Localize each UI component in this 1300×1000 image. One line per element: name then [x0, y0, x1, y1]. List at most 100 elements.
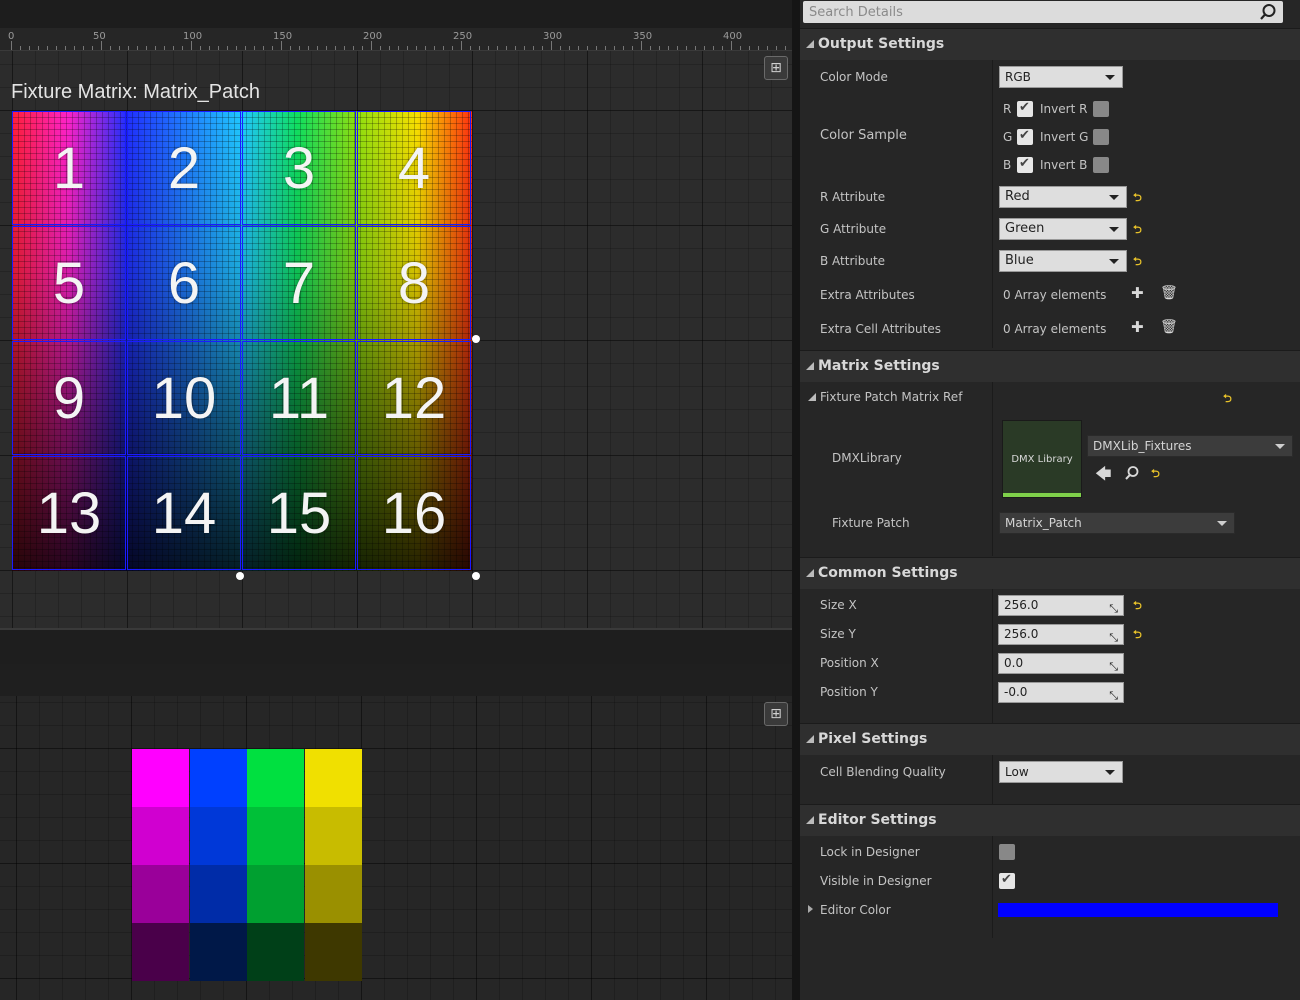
section-matrix-settings[interactable]: Matrix Settings: [800, 350, 1300, 382]
fixture-patch-value: Matrix_Patch: [1005, 516, 1082, 530]
matrix-cell: 10: [127, 341, 241, 455]
spin-arrows-icon[interactable]: ⤡: [1109, 686, 1118, 705]
position-y-label: Position Y: [820, 685, 878, 699]
designer-viewport[interactable]: 0 50 100 150 200 250 300 350 400 ⊞ Fixture Matri…: [0, 0, 792, 628]
ruler-tick: [380, 46, 381, 50]
expand-triangle-icon[interactable]: [808, 393, 816, 401]
add-element-icon[interactable]: ✚: [1131, 284, 1144, 302]
invert-b-label: Invert B: [1040, 158, 1088, 172]
cell-blending-quality-dropdown[interactable]: Low: [999, 761, 1123, 783]
trash-icon[interactable]: 🗑: [1160, 285, 1178, 301]
section-pixel-settings[interactable]: Pixel Settings: [800, 723, 1300, 755]
ruler-tick: [578, 46, 579, 50]
ruler-tick: [776, 46, 777, 50]
ruler-tick: [659, 46, 660, 50]
size-x-field[interactable]: 256.0 ⤡: [998, 595, 1124, 616]
search-input[interactable]: [803, 1, 1259, 23]
ruler-tick: [740, 46, 741, 50]
column-divider[interactable]: [992, 589, 993, 723]
ruler-tick: [488, 46, 489, 50]
r-attribute-value: Red: [1005, 189, 1030, 204]
section-title: Pixel Settings: [818, 731, 928, 747]
column-divider[interactable]: [992, 836, 993, 938]
trash-icon[interactable]: 🗑: [1160, 319, 1178, 335]
ruler-label: 300: [543, 31, 563, 42]
size-y-label: Size Y: [820, 627, 856, 641]
visible-in-designer-checkbox[interactable]: [999, 872, 1015, 889]
ruler-tick: [452, 46, 453, 50]
ruler-tick: [38, 46, 39, 50]
lock-in-designer-checkbox[interactable]: [999, 844, 1015, 860]
use-selected-arrow-icon[interactable]: 🡄: [1095, 463, 1112, 490]
reset-to-default-icon[interactable]: ⮌: [1133, 597, 1142, 616]
g-attribute-dropdown[interactable]: Green: [999, 218, 1127, 240]
dmx-library-label: DMXLibrary: [832, 451, 902, 465]
ruler-tick: [119, 46, 120, 50]
search-icon[interactable]: [1259, 3, 1277, 21]
viewport-splitter[interactable]: [0, 628, 792, 666]
section-common-settings[interactable]: Common Settings: [800, 557, 1300, 589]
spin-arrows-icon[interactable]: ⤡: [1109, 628, 1118, 647]
preview-pixel: [189, 923, 247, 981]
column-divider[interactable]: [992, 60, 993, 348]
matrix-cell: 9: [12, 341, 126, 455]
reset-to-default-icon[interactable]: ⮌: [1151, 465, 1160, 484]
reset-to-default-icon[interactable]: ⮌: [1133, 253, 1142, 272]
zoom-to-fit-button[interactable]: ⊞: [764, 56, 788, 80]
ruler-tick: [587, 46, 588, 50]
position-y-field[interactable]: -0.0 ⤡: [998, 682, 1124, 703]
expand-arrow-icon[interactable]: [808, 905, 813, 913]
dmx-library-thumbnail[interactable]: DMX Library: [1002, 420, 1082, 498]
reset-to-default-icon[interactable]: ⮌: [1223, 390, 1232, 409]
browse-search-icon[interactable]: [1124, 465, 1140, 481]
ruler-tick: [623, 46, 624, 50]
column-divider[interactable]: [992, 755, 993, 804]
ruler-tick: [101, 41, 102, 50]
fixture-matrix-preview[interactable]: 1 2 3 4 5 6 7 8 9 10 11 12 13 14 15 16: [12, 111, 472, 571]
ruler-tick: [767, 46, 768, 50]
panel-divider[interactable]: [792, 0, 800, 1000]
reset-to-default-icon[interactable]: ⮌: [1133, 189, 1142, 208]
reset-to-default-icon[interactable]: ⮌: [1133, 626, 1142, 645]
chevron-down-icon: [1109, 195, 1119, 200]
column-divider[interactable]: [992, 382, 993, 556]
size-y-field[interactable]: 256.0 ⤡: [998, 624, 1124, 645]
spin-arrows-icon[interactable]: ⤡: [1109, 657, 1118, 676]
b-attribute-dropdown[interactable]: Blue: [999, 250, 1127, 272]
preview-zoom-to-fit-button[interactable]: ⊞: [764, 702, 788, 726]
add-element-icon[interactable]: ✚: [1131, 318, 1144, 336]
section-output-settings[interactable]: Output Settings: [800, 28, 1300, 60]
reset-to-default-icon[interactable]: ⮌: [1133, 221, 1142, 240]
editor-color-swatch[interactable]: [998, 903, 1278, 917]
ruler-tick: [443, 46, 444, 50]
g-attribute-label: G Attribute: [820, 222, 887, 236]
ruler-label: 350: [633, 31, 653, 42]
ruler-tick: [56, 46, 57, 50]
invert-b-checkbox[interactable]: [1093, 157, 1109, 173]
channel-b-checkbox[interactable]: [1017, 156, 1033, 173]
ruler-tick: [506, 46, 507, 50]
preview-pixel: [247, 749, 304, 807]
channel-g-checkbox[interactable]: [1017, 128, 1033, 145]
output-preview-viewport[interactable]: ⊞: [0, 664, 792, 1000]
fixture-patch-dropdown[interactable]: Matrix_Patch: [999, 512, 1235, 534]
ruler-tick: [524, 46, 525, 50]
spin-arrows-icon[interactable]: ⤡: [1109, 599, 1118, 618]
color-mode-dropdown[interactable]: RGB: [999, 66, 1123, 88]
dmx-library-dropdown[interactable]: DMXLib_Fixtures: [1087, 435, 1293, 457]
invert-g-checkbox[interactable]: [1093, 129, 1109, 145]
ruler-tick: [479, 46, 480, 50]
section-editor-settings[interactable]: Editor Settings: [800, 804, 1300, 836]
resize-handle-bottom[interactable]: [236, 572, 244, 580]
resize-handle-corner[interactable]: [472, 572, 480, 580]
preview-pixel: [247, 807, 304, 865]
position-x-field[interactable]: 0.0 ⤡: [998, 653, 1124, 674]
chevron-down-icon: [1105, 75, 1115, 80]
channel-r-checkbox[interactable]: [1017, 100, 1033, 117]
collapse-triangle-icon: [806, 735, 814, 743]
ruler-tick: [362, 46, 363, 50]
invert-r-checkbox[interactable]: [1093, 101, 1109, 117]
resize-handle-right[interactable]: [472, 335, 480, 343]
r-attribute-dropdown[interactable]: Red: [999, 186, 1127, 208]
ruler-tick: [389, 46, 390, 50]
